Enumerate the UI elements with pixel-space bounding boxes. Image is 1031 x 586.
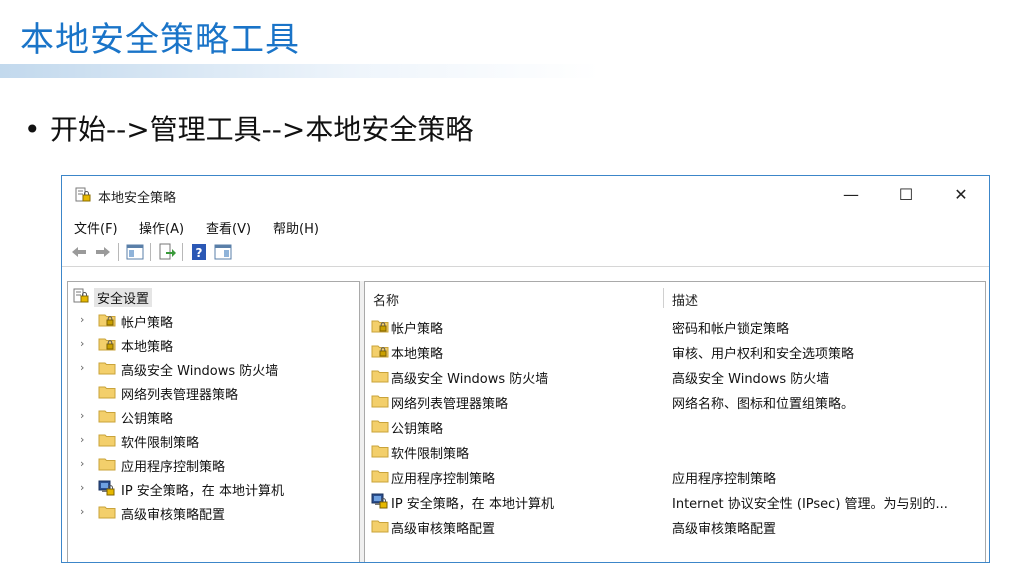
policy-folder-icon: [98, 336, 116, 356]
list-row-description: 高级审核策略配置: [672, 522, 777, 537]
tree-pane[interactable]: 安全设置 › 帐户策略 › 本地策略 › 高级安全 Windows 防火墙 网络…: [67, 281, 360, 562]
tree-item-label: 公钥策略: [121, 412, 174, 427]
list-row-description: 应用程序控制策略: [672, 472, 777, 487]
chevron-right-icon[interactable]: ›: [80, 433, 90, 446]
folder-icon: [98, 384, 116, 404]
menu-action[interactable]: 操作(A): [139, 218, 184, 237]
list-row[interactable]: 公钥策略: [365, 415, 985, 439]
bullet-text: 开始-->管理工具-->本地安全策略: [50, 113, 474, 146]
tree-item-label: 应用程序控制策略: [121, 460, 226, 475]
list-row-description: 密码和帐户锁定策略: [672, 322, 790, 337]
folder-icon: [371, 518, 389, 538]
security-settings-icon: [72, 288, 90, 308]
folder-icon: [371, 418, 389, 438]
list-row-name: 高级安全 Windows 防火墙: [391, 372, 549, 387]
menu-view[interactable]: 查看(V): [206, 218, 251, 237]
help-icon[interactable]: ?: [190, 243, 208, 261]
bullet-point: • 开始-->管理工具-->本地安全策略: [24, 108, 473, 148]
minimize-button[interactable]: —: [828, 176, 874, 214]
chevron-right-icon[interactable]: ›: [80, 505, 90, 518]
list-row-name: 帐户策略: [391, 322, 444, 337]
list-pane: 名称 描述 帐户策略 密码和帐户锁定策略 本地策略 审核、用户权利和安全选项策略…: [364, 281, 986, 562]
list-row[interactable]: IP 安全策略，在 本地计算机 Internet 协议安全性 (IPsec) 管…: [365, 490, 985, 514]
tree-item-label: 网络列表管理器策略: [121, 388, 239, 403]
chevron-right-icon[interactable]: ›: [80, 481, 90, 494]
tree-item-label: IP 安全策略，在 本地计算机: [121, 484, 284, 499]
list-row-name: 网络列表管理器策略: [391, 397, 509, 412]
menu-bar: 文件(F) 操作(A) 查看(V) 帮助(H): [62, 214, 989, 238]
chevron-right-icon[interactable]: ›: [80, 313, 90, 326]
tree-item-label: 高级审核策略配置: [121, 508, 226, 523]
list-row-name: 本地策略: [391, 347, 444, 362]
menu-help[interactable]: 帮助(H): [273, 218, 319, 237]
forward-icon[interactable]: [94, 243, 112, 261]
menu-file[interactable]: 文件(F): [74, 218, 118, 237]
local-security-policy-window: 本地安全策略 — ☐ ✕ 文件(F) 操作(A) 查看(V) 帮助(H) ? 安…: [61, 175, 990, 563]
list-row-name: 高级审核策略配置: [391, 522, 496, 537]
chevron-right-icon[interactable]: ›: [80, 409, 90, 422]
folder-icon: [371, 468, 389, 488]
column-header-name[interactable]: 名称: [373, 290, 399, 309]
bullet-dot: •: [24, 113, 41, 146]
tree-item-label: 软件限制策略: [121, 436, 200, 451]
show-hide-tree-icon[interactable]: [126, 243, 144, 261]
list-row-description: Internet 协议安全性 (IPsec) 管理。为与别的...: [672, 497, 948, 512]
list-row-name: IP 安全策略，在 本地计算机: [391, 497, 554, 512]
list-row-description: 高级安全 Windows 防火墙: [672, 372, 830, 387]
list-row-name: 软件限制策略: [391, 447, 470, 462]
ipsec-icon: [371, 493, 389, 513]
list-row-description: 网络名称、图标和位置组策略。: [672, 397, 855, 412]
tree-item-label: 高级安全 Windows 防火墙: [121, 364, 279, 379]
app-icon: [74, 187, 92, 207]
ipsec-icon: [98, 480, 116, 500]
column-header-description[interactable]: 描述: [672, 290, 698, 309]
folder-icon: [371, 443, 389, 463]
tree-item-label: 帐户策略: [121, 316, 174, 331]
policy-folder-icon: [371, 318, 389, 338]
folder-icon: [98, 408, 116, 428]
tree-root-label: 安全设置: [94, 288, 153, 307]
chevron-right-icon[interactable]: ›: [80, 361, 90, 374]
toolbar: ?: [62, 238, 989, 267]
folder-icon: [371, 368, 389, 388]
policy-folder-icon: [371, 343, 389, 363]
list-row-name: 公钥策略: [391, 422, 444, 437]
folder-icon: [98, 504, 116, 524]
properties-icon[interactable]: [214, 243, 232, 261]
back-icon[interactable]: [70, 243, 88, 261]
list-row-name: 应用程序控制策略: [391, 472, 496, 487]
maximize-button[interactable]: ☐: [883, 176, 929, 214]
list-row[interactable]: 本地策略 审核、用户权利和安全选项策略: [365, 340, 985, 364]
folder-icon: [371, 393, 389, 413]
toolbar-separator: [182, 243, 183, 261]
folder-icon: [98, 360, 116, 380]
list-row[interactable]: 高级安全 Windows 防火墙 高级安全 Windows 防火墙: [365, 365, 985, 389]
list-row[interactable]: 网络列表管理器策略 网络名称、图标和位置组策略。: [365, 390, 985, 414]
list-row[interactable]: 高级审核策略配置 高级审核策略配置: [365, 515, 985, 539]
svg-text:?: ?: [196, 246, 203, 260]
list-row-description: 审核、用户权利和安全选项策略: [672, 347, 855, 362]
title-underline: [0, 64, 600, 78]
list-row[interactable]: 软件限制策略: [365, 440, 985, 464]
chevron-right-icon[interactable]: ›: [80, 457, 90, 470]
export-list-icon[interactable]: [158, 243, 176, 261]
tree-item-label: 本地策略: [121, 340, 174, 355]
chevron-right-icon[interactable]: ›: [80, 337, 90, 350]
folder-icon: [98, 456, 116, 476]
toolbar-separator: [118, 243, 119, 261]
close-button[interactable]: ✕: [938, 176, 984, 214]
list-row[interactable]: 应用程序控制策略 应用程序控制策略: [365, 465, 985, 489]
window-title: 本地安全策略: [98, 191, 177, 206]
column-separator[interactable]: [663, 288, 664, 308]
slide-title: 本地安全策略工具: [20, 20, 300, 60]
toolbar-separator: [150, 243, 151, 261]
folder-icon: [98, 432, 116, 452]
title-bar[interactable]: 本地安全策略 — ☐ ✕: [62, 176, 989, 214]
policy-folder-icon: [98, 312, 116, 332]
list-row[interactable]: 帐户策略 密码和帐户锁定策略: [365, 315, 985, 339]
